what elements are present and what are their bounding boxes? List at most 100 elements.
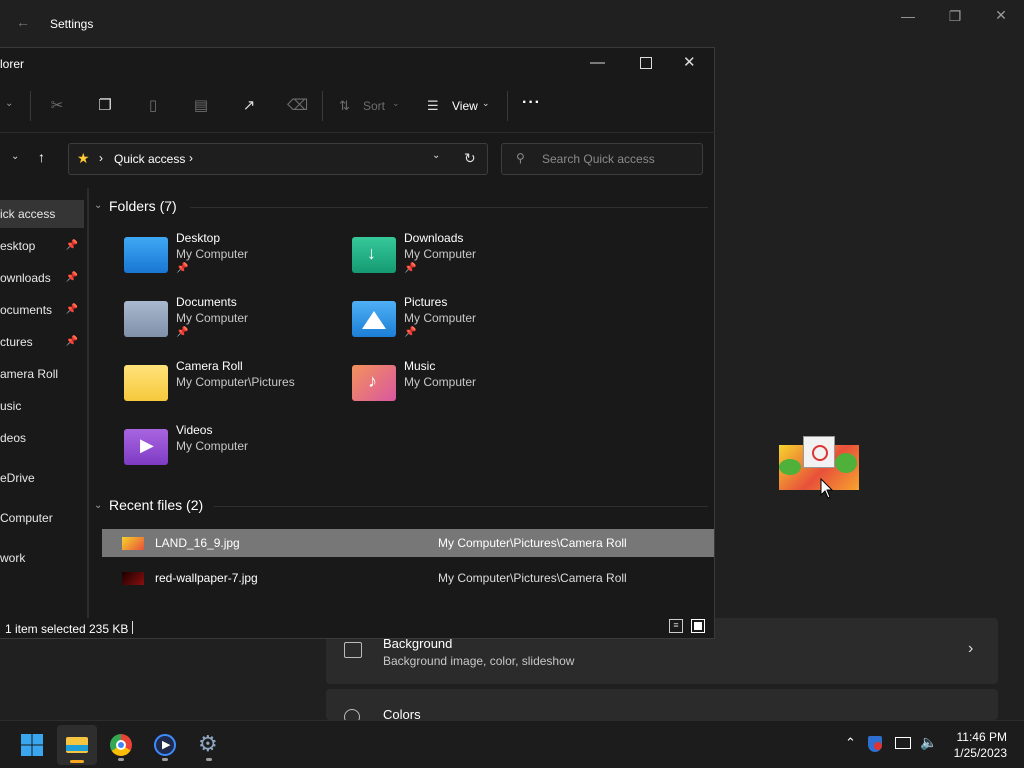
security-shield-icon[interactable] (868, 736, 882, 752)
recent-file-row[interactable]: red-wallpaper-7.jpg My Computer\Pictures… (102, 564, 714, 592)
folder-tile-downloads[interactable]: ↓ Downloads My Computer 📌 (352, 231, 572, 287)
rename-icon[interactable]: ▤ (191, 96, 211, 116)
folder-tile-videos[interactable]: ▶ Videos My Computer (124, 423, 344, 479)
colors-card-title: Colors (383, 707, 421, 720)
restore-icon[interactable]: ❐ (940, 8, 970, 25)
pane-divider[interactable] (87, 188, 89, 618)
sidebar-item-videos[interactable]: deos (0, 424, 84, 452)
details-view-icon[interactable]: ≡ (669, 619, 683, 633)
folders-section-header[interactable]: Folders (7) (109, 198, 177, 214)
folder-tile-desktop[interactable]: Desktop My Computer 📌 (124, 231, 344, 287)
clock-time[interactable]: 11:46 PM (947, 730, 1007, 744)
close-icon[interactable]: ✕ (986, 7, 1016, 24)
sort-chevron-icon: ⌄ (392, 98, 400, 108)
music-folder-icon: ♪ (352, 365, 396, 401)
sidebar-item-quick-access[interactable]: ick access (0, 200, 84, 228)
chrome-center (116, 740, 126, 750)
toolbar-separator (322, 91, 323, 121)
running-indicator (162, 758, 168, 761)
view-button[interactable]: View (452, 99, 478, 113)
folder-name: Downloads (404, 231, 464, 245)
close-icon[interactable]: ✕ (683, 53, 696, 71)
volume-icon[interactable]: 🔈 (920, 734, 937, 751)
drag-badge (803, 436, 835, 468)
taskbar-settings[interactable]: ⚙ (189, 725, 229, 765)
sidebar-item-pictures[interactable]: ctures 📌 (0, 328, 84, 356)
taskbar-chrome[interactable] (101, 725, 141, 765)
image-thumbnail-icon (122, 537, 144, 550)
folder-tile-music[interactable]: ♪ Music My Computer (352, 359, 572, 415)
taskbar: ▶ ⚙ ⌃ 🔈 11:46 PM 1/25/2023 (0, 720, 1024, 768)
start-button[interactable] (12, 725, 52, 765)
pin-icon: 📌 (65, 272, 78, 283)
sidebar-item-desktop[interactable]: esktop 📌 (0, 232, 84, 260)
minimize-icon[interactable]: — (893, 8, 923, 24)
recent-locations-chevron-icon[interactable]: ⌄ (11, 151, 19, 162)
camera-roll-folder-icon (124, 365, 168, 401)
show-hidden-icons-chevron-icon[interactable]: ⌃ (845, 735, 856, 751)
paste-icon[interactable]: ▯ (143, 96, 163, 116)
copy-icon[interactable]: ❐ (95, 96, 115, 116)
new-dropdown-chevron-icon[interactable]: ⌄ (5, 98, 13, 109)
downloads-folder-icon: ↓ (352, 237, 396, 273)
breadcrumb-quick-access[interactable]: Quick access (114, 152, 185, 166)
sidebar-item-label: ctures (0, 335, 33, 349)
tiles-view-icon[interactable] (691, 619, 705, 633)
sidebar-item-documents[interactable]: ocuments 📌 (0, 296, 84, 324)
sidebar-item-onedrive[interactable]: eDrive (0, 464, 84, 492)
address-bar[interactable]: ★ › Quick access › ⌄ ↻ (68, 143, 488, 175)
colors-card[interactable]: Colors (326, 689, 998, 720)
minimize-icon[interactable]: — (590, 54, 605, 71)
sidebar-item-network[interactable]: work (0, 544, 84, 572)
pin-icon: 📌 (65, 304, 78, 315)
sort-button[interactable]: Sort (363, 99, 385, 113)
search-box[interactable]: ⚲ Search Quick access (501, 143, 703, 175)
taskbar-file-explorer[interactable] (57, 725, 97, 765)
documents-folder-icon (124, 301, 168, 337)
no-entry-icon (812, 445, 828, 461)
sidebar-item-label: esktop (0, 239, 36, 253)
folder-tile-documents[interactable]: Documents My Computer 📌 (124, 295, 344, 351)
collapse-chevron-icon[interactable]: ⌄ (94, 200, 102, 211)
maximize-icon[interactable] (640, 57, 652, 69)
more-options-icon[interactable]: ··· (522, 94, 541, 112)
recent-files-section-header[interactable]: Recent files (2) (109, 497, 203, 513)
breadcrumb-chevron-icon[interactable]: › (189, 151, 193, 165)
cut-icon[interactable]: ✂ (47, 96, 67, 116)
recent-file-row[interactable]: LAND_16_9.jpg My Computer\Pictures\Camer… (102, 529, 714, 557)
status-selection: 1 item selected (5, 622, 86, 636)
view-chevron-icon: ⌄ (482, 98, 490, 108)
folder-tile-camera-roll[interactable]: Camera Roll My Computer\Pictures (124, 359, 344, 415)
navigation-pane: ick access esktop 📌 ownloads 📌 ocuments 📌 c… (0, 179, 88, 619)
sidebar-item-label: Computer (0, 511, 53, 525)
folder-name: Camera Roll (176, 359, 243, 373)
back-arrow-icon[interactable]: ← (16, 14, 30, 30)
taskbar-media-player[interactable]: ▶ (145, 725, 185, 765)
delete-icon[interactable]: ⌫ (287, 96, 308, 116)
sidebar-item-music[interactable]: usic (0, 392, 84, 420)
address-dropdown-icon[interactable]: ⌄ (432, 150, 440, 161)
sidebar-item-label: work (0, 551, 26, 565)
image-thumbnail-icon (122, 572, 144, 585)
up-arrow-icon[interactable]: ↑ (38, 149, 45, 165)
share-icon[interactable]: ↗ (239, 96, 259, 116)
running-indicator (118, 758, 124, 761)
section-divider (214, 506, 708, 507)
clock-date[interactable]: 1/25/2023 (947, 746, 1007, 760)
search-input[interactable]: Search Quick access (542, 152, 655, 166)
status-separator (132, 621, 133, 634)
sidebar-item-label: eDrive (0, 471, 35, 485)
frog-shape (835, 453, 857, 473)
sidebar-item-downloads[interactable]: ownloads 📌 (0, 264, 84, 292)
folder-tile-pictures[interactable]: Pictures My Computer 📌 (352, 295, 572, 351)
pictures-folder-icon (352, 301, 396, 337)
sidebar-item-this-computer[interactable]: Computer (0, 504, 84, 532)
refresh-icon[interactable]: ↻ (464, 150, 476, 167)
collapse-chevron-icon[interactable]: ⌄ (94, 500, 102, 511)
network-icon[interactable] (895, 737, 911, 749)
sidebar-item-camera-roll[interactable]: amera Roll (0, 360, 84, 388)
search-icon: ⚲ (516, 151, 525, 165)
pin-icon: 📌 (65, 336, 78, 347)
folder-location: My Computer (176, 439, 249, 453)
gear-icon: ⚙ (198, 731, 218, 756)
